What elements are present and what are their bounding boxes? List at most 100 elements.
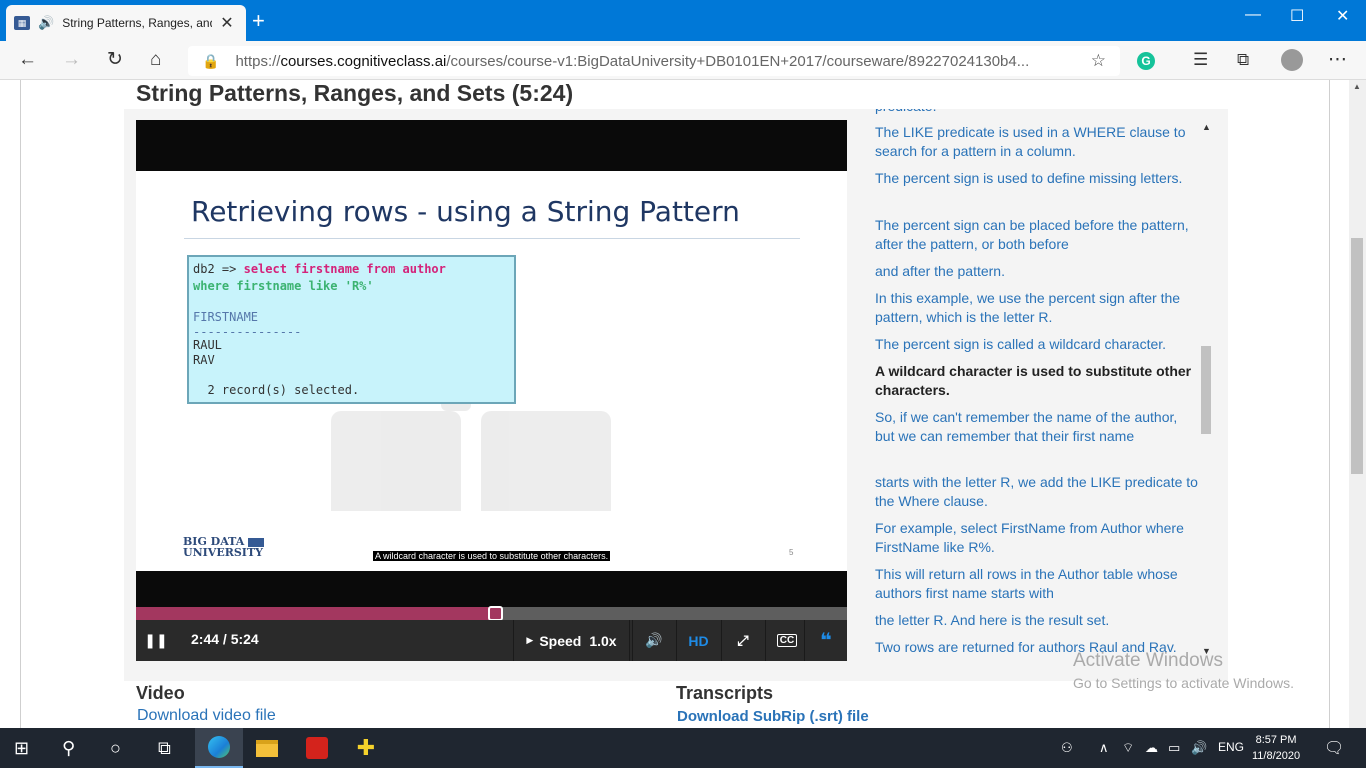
transcript-line[interactable]: The percent sign is called a wildcard ch… [875, 335, 1200, 354]
sql-line-1: select firstname from author [243, 262, 446, 276]
result-row: RAV [193, 353, 215, 367]
result-summary: 2 record(s) selected. [207, 383, 360, 397]
video-player[interactable]: Retrieving rows - using a String Pattern… [136, 120, 847, 661]
notifications-icon[interactable]: 🗨 [1324, 738, 1344, 758]
taskbar-file-explorer[interactable] [243, 728, 291, 768]
tab-close-icon[interactable]: ✕ [220, 13, 233, 33]
right-divider [1329, 80, 1330, 728]
closed-captions-icon: CC [776, 634, 798, 647]
task-view-icon[interactable]: ⧉ [158, 736, 171, 760]
wifi-icon[interactable]: ⌔ [1122, 740, 1134, 756]
back-arrow-icon[interactable]: ← [18, 49, 37, 71]
sql-code-box: db2 => select firstname from author wher… [187, 255, 516, 404]
progress-fill [136, 607, 496, 620]
refresh-icon[interactable]: ↻ [107, 49, 123, 71]
minimize-button[interactable]: — [1245, 6, 1261, 24]
slide-divider [184, 238, 800, 239]
scroll-up-arrow-icon[interactable]: ▲ [1353, 82, 1361, 91]
close-window-button[interactable]: ✕ [1336, 6, 1349, 26]
profile-avatar[interactable] [1281, 49, 1303, 71]
video-heading: String Patterns, Ranges, and Sets (5:24) [136, 80, 574, 106]
maximize-button[interactable]: ☐ [1290, 6, 1304, 26]
transcripts-title: Transcripts [676, 683, 774, 703]
people-icon[interactable]: ⚇ [1061, 740, 1073, 756]
transcript-line[interactable]: The percent sign is used to define missi… [875, 169, 1200, 188]
show-hidden-icons-chevron-icon[interactable]: ∧ [1099, 740, 1109, 756]
download-video-link[interactable]: Download video file [137, 707, 276, 725]
slide-title: Retrieving rows - using a String Pattern [191, 195, 740, 228]
favorites-list-icon[interactable]: ☰ [1193, 49, 1208, 71]
collections-icon[interactable]: ⧉ [1237, 49, 1249, 71]
search-icon[interactable]: ⚲ [62, 736, 75, 760]
transcript-toggle-button[interactable]: ❝ [804, 620, 847, 661]
progress-scrubber-handle[interactable] [488, 606, 503, 621]
transcript-line[interactable]: The LIKE predicate is used in a WHERE cl… [875, 123, 1200, 161]
windows-start-icon[interactable]: ⊞ [14, 736, 29, 760]
transcript-panel[interactable]: predicate. The LIKE predicate is used in … [863, 109, 1213, 661]
onedrive-cloud-icon[interactable]: ☁ [1145, 740, 1158, 756]
file-explorer-icon [256, 739, 278, 757]
transcript-line[interactable]: For example, select FirstName from Autho… [875, 519, 1200, 557]
address-bar[interactable]: 🔒 https://courses.cognitiveclass.ai/cour… [188, 46, 1120, 76]
sql-line-2: where firstname like 'R%' [193, 279, 374, 293]
url-text[interactable]: https://courses.cognitiveclass.ai/course… [235, 53, 1075, 70]
transcript-line[interactable]: starts with the letter R, we add the LIK… [875, 473, 1200, 511]
caret-right-icon: ▶ [526, 635, 534, 645]
transcript-line[interactable]: So, if we can't remember the name of the… [875, 408, 1200, 446]
transcript-line[interactable]: and after the pattern. [875, 262, 1200, 281]
browser-tab-bar: ▦ 🔊 String Patterns, Ranges, and Sets ✕ … [0, 0, 1366, 41]
forward-arrow-icon[interactable]: → [62, 49, 81, 71]
transcript-line[interactable]: the letter R. And here is the result set… [875, 611, 1200, 630]
cortana-icon[interactable]: ○ [110, 736, 121, 760]
result-column-header: FIRSTNAME [193, 310, 259, 324]
transcript-scrollbar[interactable]: ▲ ▼ [1199, 120, 1213, 660]
favorite-star-icon[interactable]: ☆ [1091, 51, 1106, 71]
fullscreen-button[interactable]: ⤢ [721, 620, 764, 661]
page-scrollbar[interactable]: ▲ [1349, 80, 1366, 728]
slide-page-number: 5 [789, 548, 794, 557]
taskbar-app[interactable]: ✚ [342, 728, 390, 768]
transcript-line[interactable]: This will return all rows in the Author … [875, 565, 1200, 603]
edge-browser-icon [208, 736, 230, 758]
battery-icon[interactable]: ▭ [1168, 740, 1180, 756]
audio-playing-icon[interactable]: 🔊 [38, 15, 54, 31]
pause-button[interactable]: ❚❚ [136, 620, 176, 661]
input-language[interactable]: ENG [1218, 740, 1244, 754]
video-downloads-title: Video [136, 683, 185, 703]
site-favicon-icon: ▦ [14, 16, 30, 30]
hd-button[interactable]: HD [676, 620, 720, 661]
volume-button[interactable]: 🔊 [632, 620, 675, 661]
volume-tray-icon[interactable]: 🔊 [1191, 740, 1207, 756]
browser-tab[interactable]: ▦ 🔊 String Patterns, Ranges, and Sets ✕ [6, 5, 246, 41]
transcript-line[interactable]: The percent sign can be placed before th… [875, 216, 1200, 254]
transcript-scroll-up-icon[interactable]: ▲ [1202, 122, 1211, 132]
new-tab-button[interactable]: + [252, 10, 265, 32]
page-scrollbar-thumb[interactable] [1351, 238, 1363, 474]
system-clock[interactable]: 8:57 PM 11/8/2020 [1252, 732, 1300, 764]
transcript-line[interactable]: A wildcard character is used to substitu… [875, 362, 1200, 400]
volume-icon: 🔊 [645, 632, 663, 648]
video-frame[interactable]: Retrieving rows - using a String Pattern… [136, 171, 847, 571]
transcript-line[interactable]: In this example, we use the percent sign… [875, 289, 1200, 327]
taskbar-edge[interactable] [195, 728, 243, 768]
lock-icon[interactable]: 🔒 [202, 53, 219, 70]
fullscreen-icon: ⤢ [737, 632, 749, 648]
result-row: RAUL [193, 338, 222, 352]
video-controls: ❚❚ 2:44 / 5:24 ▶ Speed 1.0x 🔊 HD ⤢ CC ❝ [136, 620, 847, 661]
browser-toolbar: ← → ↻ ⌂ 🔒 https://courses.cognitiveclass… [0, 41, 1366, 80]
transcript-scrollbar-thumb[interactable] [1201, 346, 1211, 434]
grammarly-extension-icon[interactable]: G [1137, 52, 1155, 70]
taskbar-acrobat[interactable] [293, 728, 341, 768]
windows-taskbar: ⊞ ⚲ ○ ⧉ ✚ ⚇ ∧ ⌔ ☁ ▭ 🔊 ENG 8:57 PM 11/8/2… [0, 728, 1366, 768]
download-srt-link[interactable]: Download SubRip (.srt) file [677, 708, 869, 725]
speed-button[interactable]: ▶ Speed 1.0x [513, 620, 630, 661]
transcript-line[interactable]: predicate. [875, 109, 1200, 116]
video-caption: A wildcard character is used to substitu… [373, 551, 611, 561]
closed-captions-button[interactable]: CC [765, 620, 808, 661]
page-content: ▲ String Patterns, Ranges, and Sets (5:2… [0, 80, 1366, 728]
activate-windows-watermark: Activate Windows Go to Settings to activ… [1073, 650, 1294, 691]
video-progress-bar[interactable] [136, 606, 847, 621]
left-divider [20, 80, 21, 728]
home-icon[interactable]: ⌂ [150, 49, 161, 71]
more-menu-icon[interactable]: ⋯ [1328, 49, 1347, 71]
